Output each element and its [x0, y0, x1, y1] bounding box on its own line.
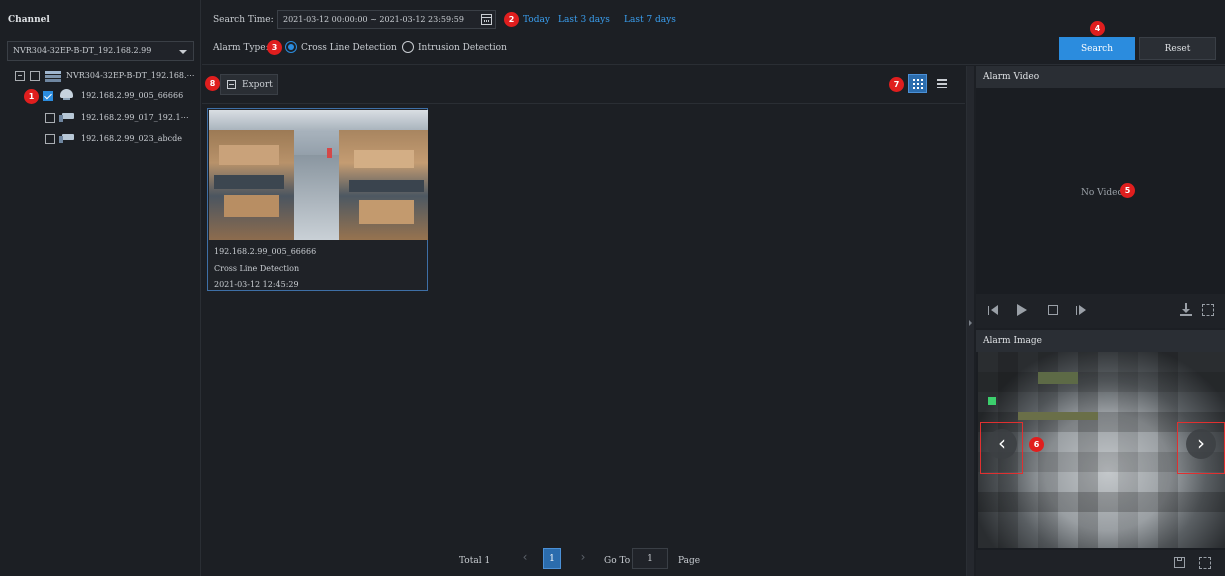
search-time-label: Search Time: [213, 15, 274, 25]
grid-view-button[interactable] [908, 74, 927, 93]
callout-badge-6: 6 [1029, 437, 1044, 452]
chevron-down-icon [179, 50, 187, 54]
cross-line-label[interactable]: Cross Line Detection [301, 43, 397, 53]
device-select[interactable]: NVR304-32EP-B-DT_192.168.2.99 [7, 41, 194, 61]
fullscreen-icon[interactable] [1202, 304, 1214, 316]
results-panel: 8 Export 7 192.168.2.99_005_66666 Cross … [202, 66, 965, 576]
last-3-days-link[interactable]: Last 3 days [558, 15, 610, 25]
alarm-image-title: Alarm Image [983, 336, 1042, 346]
collapse-arrow-icon [969, 320, 972, 326]
nvr-device-icon [45, 70, 61, 82]
card-time: 2021-03-12 12:45:29 [214, 280, 299, 289]
callout-badge-2: 2 [504, 12, 519, 27]
time-range-field[interactable]: 2021-03-12 00:00:00 ~ 2021-03-12 23:59:5… [277, 10, 496, 29]
intrusion-label[interactable]: Intrusion Detection [418, 43, 507, 53]
today-link[interactable]: Today [523, 15, 550, 25]
intrusion-radio[interactable] [402, 41, 414, 53]
alarm-video-header: Alarm Video [976, 66, 1225, 88]
chevron-left-icon: ‹ [987, 429, 1017, 459]
image-fullscreen-icon[interactable] [1199, 557, 1211, 569]
current-page-button[interactable]: 1 [543, 548, 561, 569]
playback-controls [976, 294, 1225, 328]
export-button[interactable]: Export [220, 74, 278, 95]
no-video-text: No Video [1081, 188, 1123, 198]
next-page-button[interactable]: › [574, 550, 592, 570]
bullet-camera-icon [59, 133, 75, 144]
search-bar: Search Time: 2021-03-12 00:00:00 ~ 2021-… [202, 0, 1225, 65]
tree-item-label-3[interactable]: 192.168.2.99_023_abcde [81, 134, 182, 143]
callout-badge-3: 3 [267, 40, 282, 55]
next-image-button[interactable]: › [1177, 422, 1225, 474]
prev-image-button[interactable]: ‹ [980, 422, 1023, 474]
tree-root-checkbox[interactable] [30, 71, 40, 81]
chevron-right-icon: › [1186, 429, 1216, 459]
prev-page-button[interactable]: ‹ [516, 550, 534, 570]
callout-badge-1: 1 [24, 89, 39, 104]
reset-button[interactable]: Reset [1139, 37, 1216, 60]
cross-line-radio[interactable] [285, 41, 297, 53]
device-select-value: NVR304-32EP-B-DT_192.168.2.99 [13, 46, 152, 55]
warehouse-thumbnail [209, 110, 428, 240]
download-icon[interactable] [1180, 303, 1192, 317]
time-range-value: 2021-03-12 00:00:00 ~ 2021-03-12 23:59:5… [283, 15, 464, 24]
card-event: Cross Line Detection [214, 264, 300, 273]
stop-icon[interactable] [1048, 305, 1058, 315]
pagination-total: Total 1 [459, 556, 491, 566]
panel-divider[interactable] [966, 66, 974, 576]
tree-collapse-toggle[interactable] [15, 71, 25, 81]
channel-panel-title: Channel [8, 15, 50, 25]
export-icon [227, 80, 236, 89]
tree-item-label-2[interactable]: 192.168.2.99_017_192.1⋯ [81, 113, 189, 122]
last-7-days-link[interactable]: Last 7 days [624, 15, 676, 25]
export-label: Export [242, 80, 273, 90]
card-channel: 192.168.2.99_005_66666 [214, 247, 317, 256]
goto-label: Go To [604, 556, 631, 566]
result-card[interactable]: 192.168.2.99_005_66666 Cross Line Detect… [207, 108, 428, 291]
next-frame-icon[interactable] [1076, 305, 1088, 316]
image-controls [976, 550, 1225, 576]
alarm-image-panel: Alarm Image ‹ 6 › [976, 330, 1225, 576]
play-icon[interactable] [1017, 304, 1027, 316]
alarm-type-label: Alarm Type: [213, 43, 269, 53]
list-view-button[interactable] [933, 74, 952, 93]
tree-item-checkbox-3[interactable] [45, 134, 55, 144]
save-image-icon[interactable] [1174, 557, 1185, 568]
results-toolbar [202, 66, 965, 104]
callout-badge-8: 8 [205, 76, 220, 91]
tree-item-checkbox-2[interactable] [45, 113, 55, 123]
tree-item-label-1[interactable]: 192.168.2.99_005_66666 [81, 91, 183, 100]
tree-item-checkbox-1[interactable] [43, 91, 53, 101]
bullet-camera-icon [59, 112, 75, 123]
calendar-icon[interactable] [481, 14, 492, 25]
list-icon [937, 79, 947, 88]
channel-panel: Channel NVR304-32EP-B-DT_192.168.2.99 NV… [0, 0, 201, 576]
alarm-video-panel: Alarm Video No Video 5 [976, 66, 1225, 328]
callout-badge-7: 7 [889, 77, 904, 92]
alarm-video-title: Alarm Video [983, 72, 1040, 82]
alarm-image-header: Alarm Image [976, 330, 1225, 352]
dome-camera-icon [59, 89, 74, 101]
goto-page-input[interactable]: 1 [632, 548, 668, 569]
grid-icon [913, 79, 923, 89]
callout-badge-5: 5 [1120, 183, 1135, 198]
tree-root-label[interactable]: NVR304-32EP-B-DT_192.168.⋯ [66, 71, 195, 80]
prev-frame-icon[interactable] [988, 305, 1000, 316]
page-label: Page [678, 556, 701, 566]
callout-badge-4: 4 [1090, 21, 1105, 36]
search-button[interactable]: Search [1059, 37, 1135, 60]
